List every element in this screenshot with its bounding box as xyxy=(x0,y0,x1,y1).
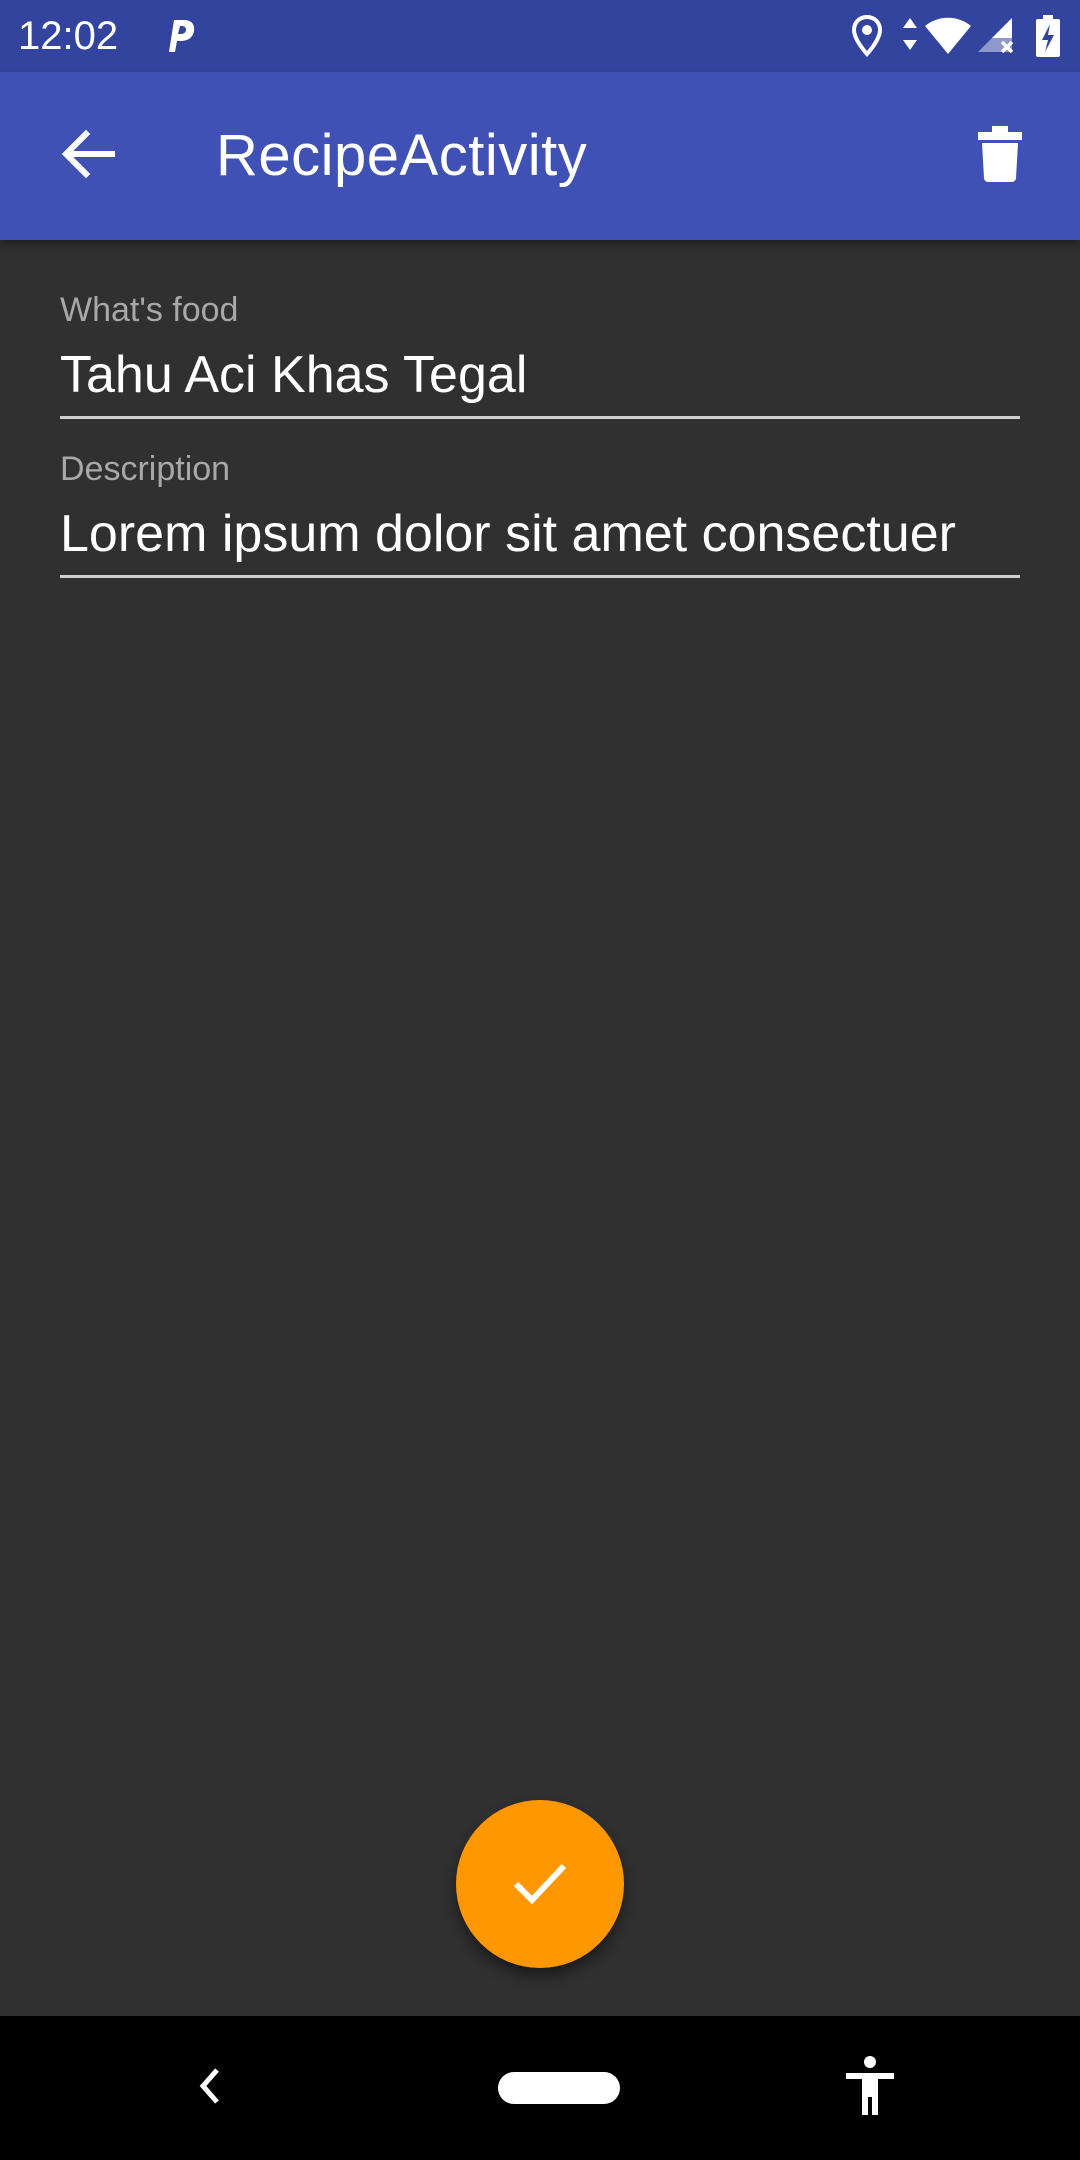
back-button[interactable] xyxy=(44,112,132,200)
nav-home-button[interactable] xyxy=(498,2072,620,2104)
description-field-label: Description xyxy=(60,450,231,488)
status-time: 12:02 xyxy=(18,14,119,58)
delete-button[interactable] xyxy=(956,112,1044,200)
navigation-bar xyxy=(0,2016,1080,2160)
data-arrows-icon xyxy=(900,14,920,58)
location-icon xyxy=(850,14,884,58)
description-field: Description xyxy=(60,449,1020,578)
arrow-back-icon xyxy=(60,126,116,187)
trash-icon xyxy=(978,125,1022,187)
parking-app-icon xyxy=(160,14,196,58)
app-bar: RecipeActivity xyxy=(0,72,1080,240)
nav-back-button[interactable] xyxy=(180,2058,240,2118)
save-fab-button[interactable] xyxy=(456,1800,624,1968)
food-field: What's food xyxy=(60,290,1020,419)
signal-no-service-icon xyxy=(976,14,1018,58)
description-input[interactable] xyxy=(60,503,1020,578)
accessibility-icon xyxy=(844,2055,896,2122)
wifi-icon xyxy=(924,14,972,58)
food-name-input[interactable] xyxy=(60,344,1020,419)
accessibility-button[interactable] xyxy=(840,2055,900,2122)
battery-charging-icon xyxy=(1034,14,1062,58)
check-icon xyxy=(510,1852,570,1917)
nav-back-icon xyxy=(195,2066,225,2111)
recipe-screen: 12:02 RecipeActivity What's food Tahu Ac… xyxy=(0,0,1080,2160)
page-title: RecipeActivity xyxy=(216,123,588,188)
food-field-label: What's food xyxy=(60,291,239,329)
status-bar: 12:02 xyxy=(0,0,1080,72)
